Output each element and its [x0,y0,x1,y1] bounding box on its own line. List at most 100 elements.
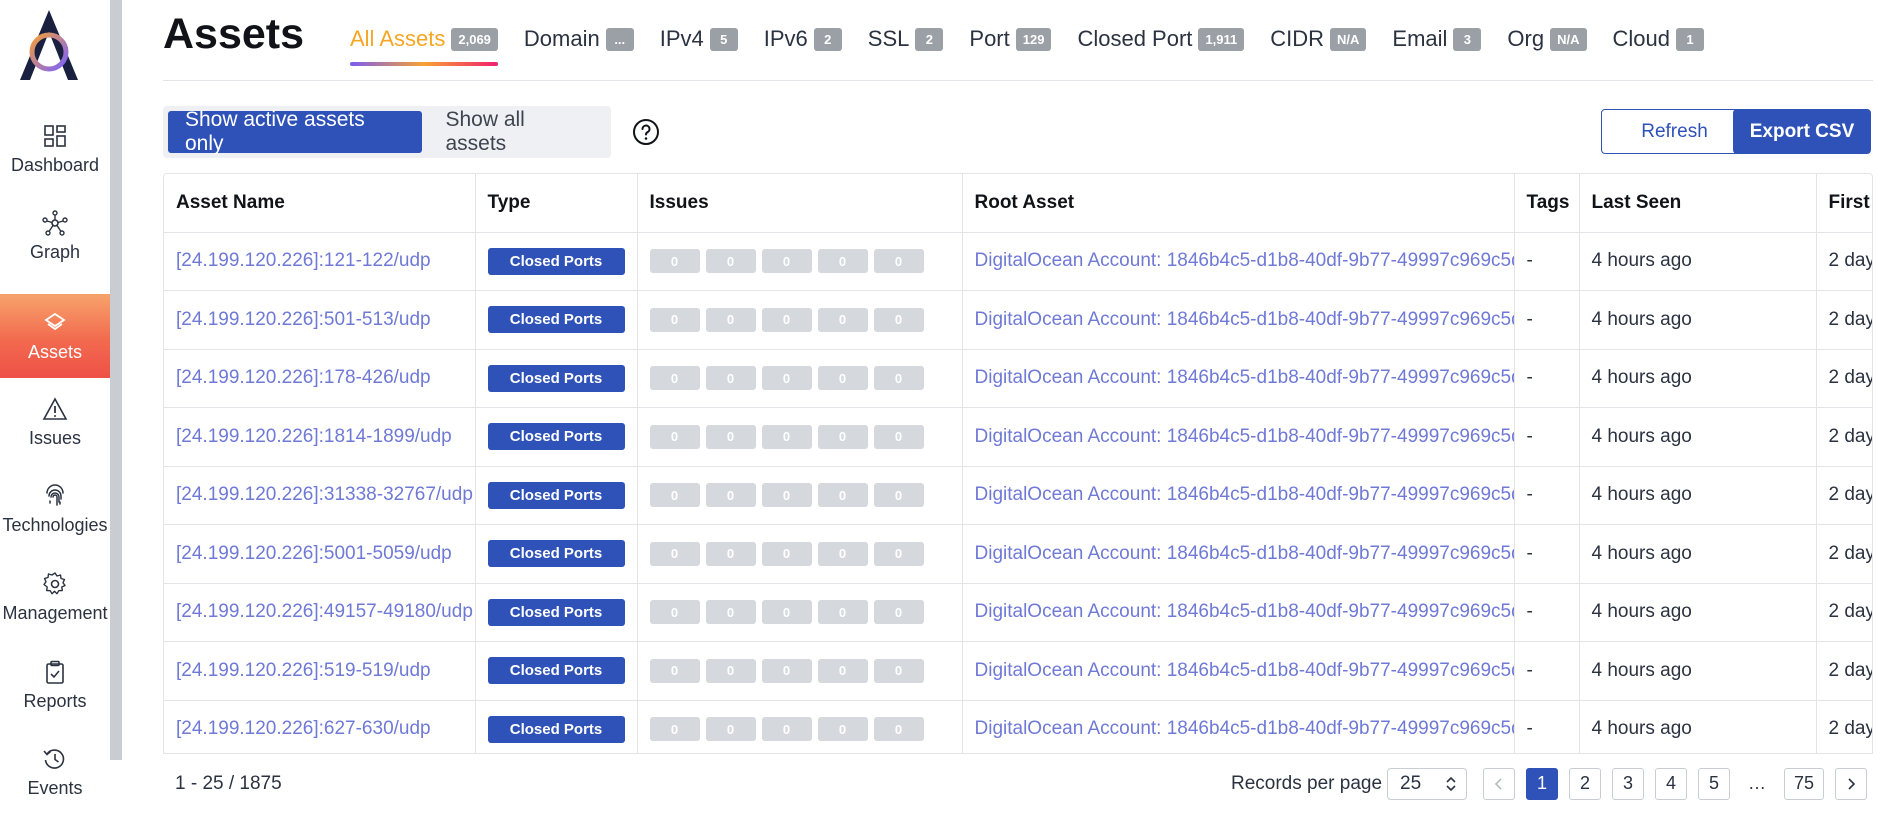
root-asset-link[interactable]: DigitalOcean Account: 1846b4c5-d1b8-40df… [975,250,1514,271]
issue-count-pill: 0 [873,600,924,625]
first-seen-value: 2 day [1828,367,1873,389]
table-row[interactable]: [24.199.120.226]:1814-1899/udp Closed Por… [164,407,1872,467]
table-header-row: Asset Name Type Issues Root Asset Tags Last S… [164,174,1872,233]
pagination-ellipsis: … [1741,767,1773,800]
table-footer: 1 - 25 / 1875 Records per page 25 1 2 3 4 5 …… [163,753,1873,813]
tab-cidr[interactable]: CIDR N/A [1270,26,1367,66]
table-row[interactable]: [24.199.120.226]:49157-49180/udp Closed P… [164,583,1872,642]
asset-name-link[interactable]: [24.199.120.226]:31338-32767/udp [176,484,473,505]
asset-type-tabs: All Assets 2,069 Domain... IPv4 5 IPv6 2 SSL 2 Po… [350,26,1704,66]
records-per-page-label: Records per page [1231,772,1383,794]
tab-closed-port[interactable]: Closed Port 1,911 [1077,26,1245,66]
table-row[interactable]: [24.199.120.226]:501-513/udp Closed Ports… [164,290,1872,350]
issue-count-pill: 0 [705,717,756,742]
sidebar-item-technologies[interactable]: Technologies [0,467,110,551]
issue-count-pill: 0 [649,717,700,742]
issue-count-pill: 0 [649,249,700,274]
column-header[interactable]: Tags [1514,174,1580,233]
issue-count-pill: 0 [873,658,924,683]
graph-icon [42,209,68,236]
asset-name-link[interactable]: [24.199.120.226]:1814-1899/udp [176,426,452,447]
next-page-button[interactable] [1835,767,1867,800]
tab-cloud[interactable]: Cloud 1 [1613,26,1704,66]
show-all-assets-button[interactable]: Show all assets [428,108,606,155]
asset-name-link[interactable]: [24.199.120.226]:627-630/udp [176,718,431,739]
issue-count-pill: 0 [761,307,812,332]
table-row[interactable]: [24.199.120.226]:627-630/udp Closed Ports… [164,700,1873,759]
tags-value: - [1526,367,1533,389]
root-asset-link[interactable]: DigitalOcean Account: 1846b4c5-d1b8-40df… [975,718,1514,739]
tab-org[interactable]: Org N/A [1507,26,1587,66]
asset-type-badge: Closed Ports [487,715,625,743]
issue-count-pill: 0 [873,307,924,332]
tab-port[interactable]: Port 129 [969,26,1052,66]
tab-ipv6[interactable]: IPv6 2 [764,26,842,66]
root-asset-link[interactable]: DigitalOcean Account: 1846b4c5-d1b8-40df… [975,543,1514,564]
tab-email[interactable]: Email 3 [1392,26,1482,66]
first-seen-value: 2 day [1828,718,1873,740]
page-button-3[interactable]: 3 [1612,767,1644,800]
tab-domain[interactable]: Domain... [524,26,634,66]
issue-counts: 00000 [649,483,950,508]
root-asset-link[interactable]: DigitalOcean Account: 1846b4c5-d1b8-40df… [975,484,1514,505]
column-header[interactable]: Issues [637,174,963,233]
asset-name-link[interactable]: [24.199.120.226]:501-513/udp [176,309,431,330]
tab-all-assets[interactable]: All Assets 2,069 [350,26,498,66]
tab-ssl[interactable]: SSL 2 [868,26,944,66]
page-button-2[interactable]: 2 [1569,767,1601,800]
table-row[interactable]: [24.199.120.226]:5001-5059/udp Closed Por… [164,524,1872,584]
table-row[interactable]: [24.199.120.226]:31338-32767/udp Closed P… [164,466,1872,525]
issue-count-pill: 0 [649,600,700,625]
first-seen-value: 2 day [1828,250,1873,272]
issue-count-pill: 0 [705,366,756,391]
sidebar-item-events[interactable]: Events [0,730,110,814]
show-active-assets-button[interactable]: Show active assets only [168,108,423,155]
app-logo[interactable] [16,8,82,82]
root-asset-link[interactable]: DigitalOcean Account: 1846b4c5-d1b8-40df… [975,367,1514,388]
root-asset-link[interactable]: DigitalOcean Account: 1846b4c5-d1b8-40df… [975,426,1514,447]
table-row[interactable]: [24.199.120.226]:519-519/udp Closed Ports… [164,641,1872,701]
column-header[interactable]: Root Asset [962,174,1515,233]
asset-name-link[interactable]: [24.199.120.226]:519-519/udp [176,660,431,681]
prev-page-button[interactable] [1483,767,1515,800]
root-asset-link[interactable]: DigitalOcean Account: 1846b4c5-d1b8-40df… [975,309,1514,330]
issue-count-pill: 0 [705,249,756,274]
sidebar-item-dashboard[interactable]: Dashboard [0,107,110,191]
asset-name-link[interactable]: [24.199.120.226]:121-122/udp [176,250,431,271]
table-row[interactable]: [24.199.120.226]:178-426/udp Closed Ports… [164,349,1873,408]
refresh-button[interactable]: Refresh [1601,109,1748,154]
issue-count-pill: 0 [649,541,700,566]
sidebar-item-graph[interactable]: Graph [0,194,110,278]
sidebar-item-issues[interactable]: Issues [0,380,110,464]
table-row[interactable]: [24.199.120.226]:121-122/udp Closed Ports… [164,232,1873,291]
sidebar-item-assets[interactable]: Assets [0,294,110,378]
last-seen-value: 4 hours ago [1591,425,1692,447]
issue-count-pill: 0 [873,366,924,391]
page-button-4[interactable]: 4 [1655,767,1687,800]
column-header[interactable]: First [1816,174,1872,233]
tab-ipv4[interactable]: IPv4 5 [660,26,738,66]
tab-label: All Assets [350,26,446,51]
asset-name-link[interactable]: [24.199.120.226]:5001-5059/udp [176,543,452,564]
history-icon [42,746,68,772]
asset-name-link[interactable]: [24.199.120.226]:49157-49180/udp [176,601,473,622]
asset-name-link[interactable]: [24.199.120.226]:178-426/udp [176,367,431,388]
issue-count-pill: 0 [817,307,868,332]
sidebar-item-reports[interactable]: Reports [0,643,110,727]
issue-counts: 00000 [649,366,950,391]
sidebar-item-management[interactable]: Management [0,555,110,639]
tab-count-badge: 129 [1015,27,1052,51]
records-per-page-select[interactable]: 25 [1387,767,1467,800]
root-asset-link[interactable]: DigitalOcean Account: 1846b4c5-d1b8-40df… [975,601,1514,622]
export-csv-button[interactable]: Export CSV [1733,109,1871,154]
page-button-5[interactable]: 5 [1698,767,1730,800]
sidebar-scrollbar[interactable] [110,0,122,760]
page-button-1[interactable]: 1 [1526,767,1558,800]
asset-type-badge: Closed Ports [487,598,625,626]
column-header[interactable]: Last Seen [1579,174,1817,233]
root-asset-link[interactable]: DigitalOcean Account: 1846b4c5-d1b8-40df… [975,660,1514,681]
column-header[interactable]: Type [475,174,638,233]
column-header[interactable]: Asset Name [164,174,476,233]
help-icon[interactable] [632,118,660,146]
page-button-last[interactable]: 75 [1784,767,1824,800]
